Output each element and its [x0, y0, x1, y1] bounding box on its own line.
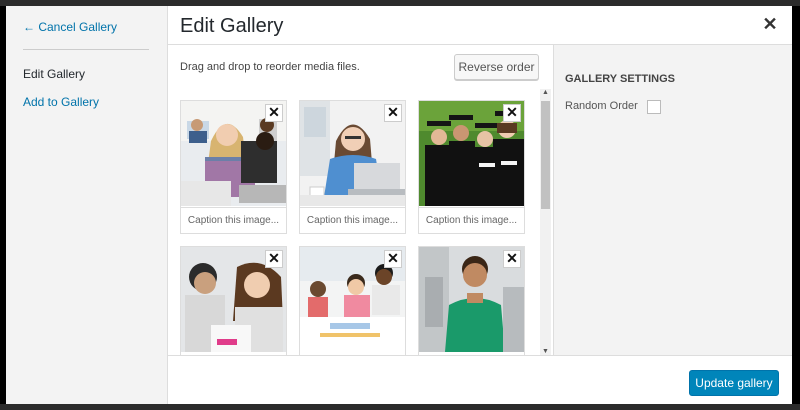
- gallery-settings-panel: GALLERY SETTINGS Random Order: [553, 45, 792, 355]
- gallery-item[interactable]: ✕: [299, 246, 406, 355]
- scroll-down-icon[interactable]: ▼: [542, 348, 549, 355]
- gallery-item[interactable]: ✕ Caption this image...: [180, 100, 287, 234]
- random-order-checkbox[interactable]: [647, 100, 661, 114]
- gallery-scrollbar[interactable]: ▲ ▼: [540, 89, 551, 355]
- modal-footer: Update gallery: [168, 355, 792, 404]
- remove-image-icon[interactable]: ✕: [265, 104, 283, 122]
- remove-image-icon[interactable]: ✕: [503, 250, 521, 268]
- scrollbar-thumb[interactable]: [541, 101, 550, 209]
- backdrop-bottom: [0, 404, 800, 410]
- menu-separator: [23, 49, 149, 50]
- remove-image-icon[interactable]: ✕: [384, 104, 402, 122]
- scroll-up-icon[interactable]: ▲: [542, 89, 549, 96]
- gallery-item[interactable]: ✕: [180, 246, 287, 355]
- gallery-content: Drag and drop to reorder media files. Re…: [168, 45, 553, 355]
- modal-titlebar: Edit Gallery ✕: [168, 6, 792, 45]
- remove-image-icon[interactable]: ✕: [265, 250, 283, 268]
- gallery-item[interactable]: ✕ Caption this image...: [299, 100, 406, 234]
- reverse-order-button[interactable]: Reverse order: [454, 54, 539, 80]
- gallery-item[interactable]: ✕ Caption this image...: [418, 100, 525, 234]
- page-title: Edit Gallery: [180, 15, 284, 37]
- caption-field[interactable]: Caption this image...: [300, 207, 405, 234]
- menu-item-add-to-gallery[interactable]: Add to Gallery: [23, 95, 99, 109]
- media-menu: ← Cancel Gallery Edit Gallery Add to Gal…: [6, 6, 168, 404]
- media-modal: ← Cancel Gallery Edit Gallery Add to Gal…: [6, 6, 792, 404]
- caption-field[interactable]: Caption this image...: [181, 207, 286, 234]
- instructions-text: Drag and drop to reorder media files.: [180, 61, 360, 73]
- random-order-label: Random Order: [565, 100, 638, 112]
- gallery-item[interactable]: ✕: [418, 246, 525, 355]
- update-gallery-button[interactable]: Update gallery: [689, 370, 779, 396]
- caption-field[interactable]: Caption this image...: [419, 207, 524, 234]
- close-icon[interactable]: ✕: [760, 14, 780, 34]
- menu-item-edit-gallery[interactable]: Edit Gallery: [23, 67, 85, 81]
- remove-image-icon[interactable]: ✕: [384, 250, 402, 268]
- cancel-gallery-link[interactable]: ← Cancel Gallery: [23, 20, 117, 34]
- gallery-settings-heading: GALLERY SETTINGS: [565, 73, 676, 85]
- remove-image-icon[interactable]: ✕: [503, 104, 521, 122]
